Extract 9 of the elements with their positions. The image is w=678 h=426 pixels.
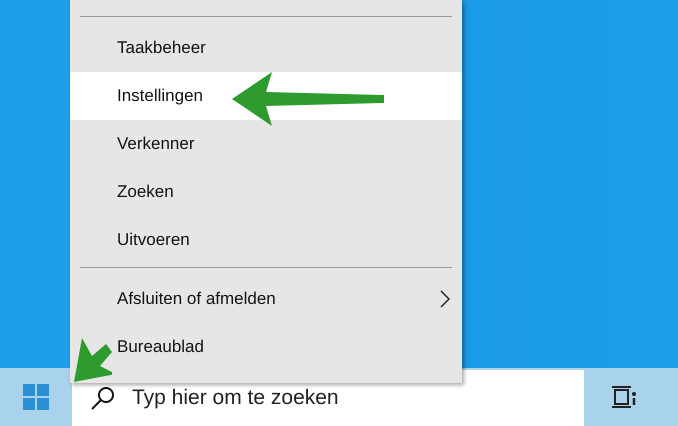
windows-icon [23,384,49,410]
menu-item[interactable]: Bureaublad [70,323,462,371]
menu-item[interactable]: Zoeken [70,168,462,216]
menu-item[interactable]: Taakbeheer [70,24,462,72]
chevron-right-icon [440,290,450,308]
menu-item[interactable]: Verkenner [70,120,462,168]
menu-item[interactable]: Uitvoeren [70,216,462,264]
task-view-icon [612,385,636,409]
menu-item[interactable]: Afsluiten of afmelden [70,275,462,323]
